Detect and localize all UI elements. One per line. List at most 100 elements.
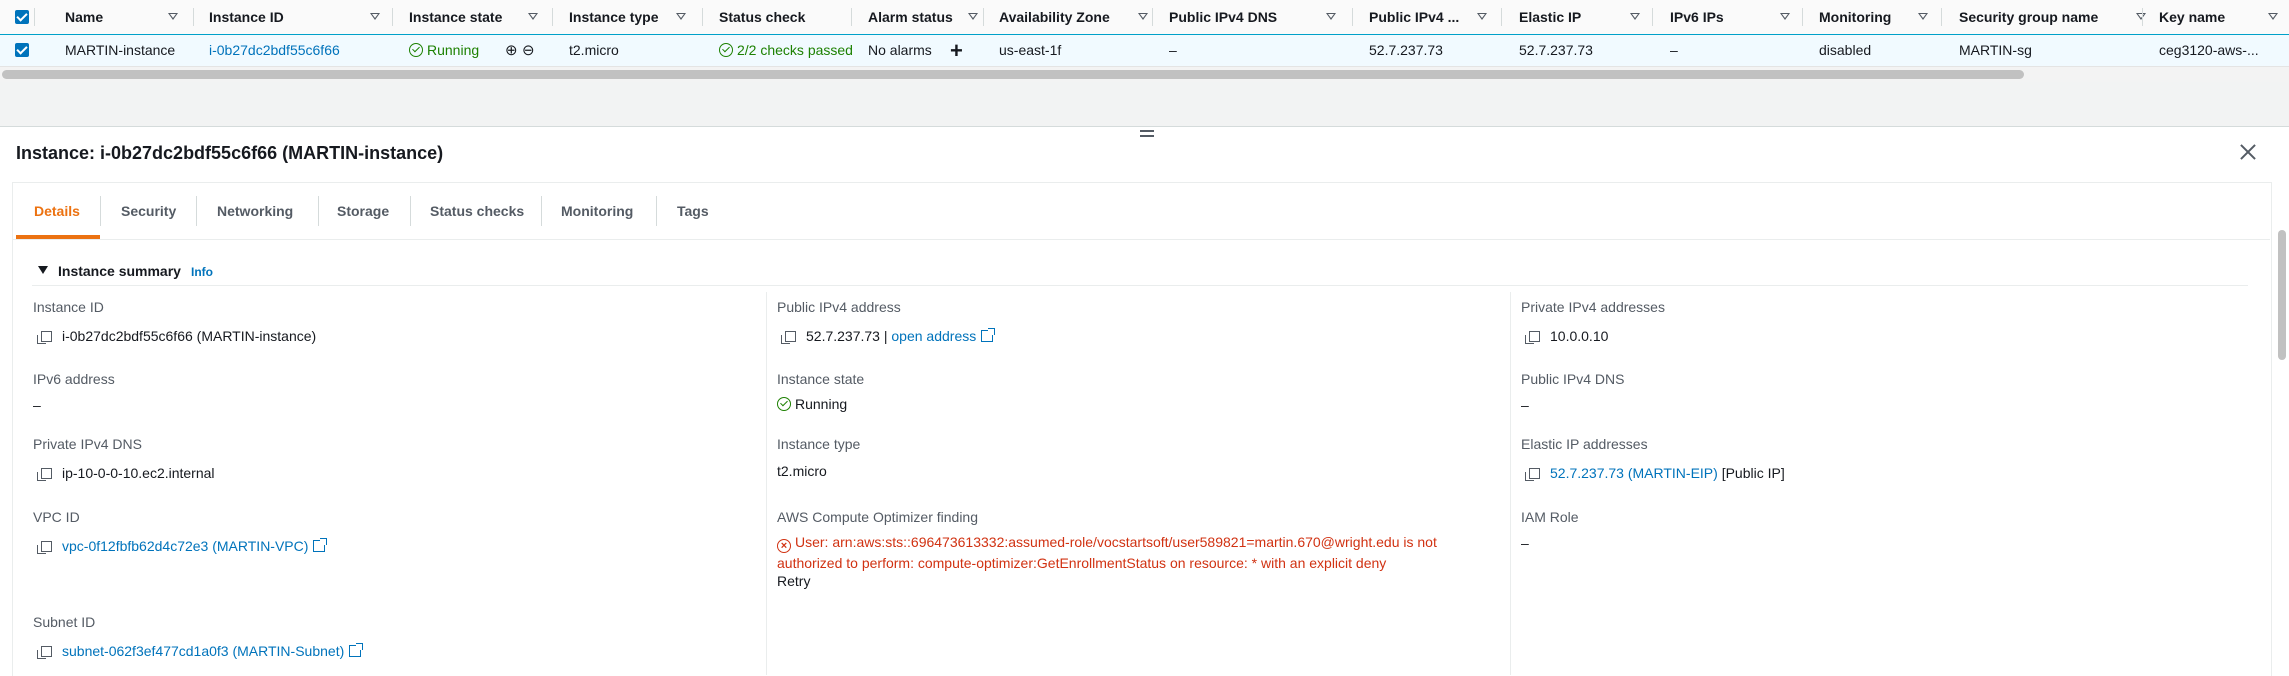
optimizer-label: AWS Compute Optimizer finding xyxy=(777,509,978,525)
tab-details[interactable]: Details xyxy=(34,182,80,240)
sort-icon[interactable] xyxy=(1477,13,1487,20)
external-link-icon[interactable] xyxy=(349,643,364,657)
external-link-icon[interactable] xyxy=(981,328,996,342)
copy-icon[interactable] xyxy=(37,468,52,481)
public-dns-value: – xyxy=(1521,397,1529,413)
success-icon xyxy=(719,43,733,57)
zoom-in-icon[interactable]: ⊕ xyxy=(505,35,518,66)
column-header-elastic-ip[interactable]: Elastic IP xyxy=(1519,0,1581,34)
private-dns-value: ip-10-0-0-10.ec2.internal xyxy=(37,465,215,481)
column-header-status-check[interactable]: Status check xyxy=(719,0,805,34)
cell-status-check: 2/2 checks passed xyxy=(719,35,853,66)
tab-monitoring[interactable]: Monitoring xyxy=(561,182,633,240)
sort-icon[interactable] xyxy=(1138,13,1148,20)
elastic-ip-link[interactable]: 52.7.237.73 (MARTIN-EIP) xyxy=(1550,465,1718,481)
external-link-icon[interactable] xyxy=(313,538,328,552)
select-all-checkbox[interactable] xyxy=(15,10,29,24)
column-header-alarm-status[interactable]: Alarm status xyxy=(868,0,953,34)
cell-public-dns: – xyxy=(1169,42,1177,58)
iam-role-label: IAM Role xyxy=(1521,509,1579,525)
sort-icon[interactable] xyxy=(1780,13,1790,20)
iam-role-value: – xyxy=(1521,535,1529,551)
close-icon[interactable] xyxy=(2238,142,2258,162)
elastic-ips-value: 52.7.237.73 (MARTIN-EIP) [Public IP] xyxy=(1525,465,1785,481)
instance-state-label: Instance state xyxy=(777,371,865,387)
tab-tags[interactable]: Tags xyxy=(677,182,709,240)
open-address-link[interactable]: open address xyxy=(891,328,976,344)
column-header-availability-zone[interactable]: Availability Zone xyxy=(999,0,1110,34)
sort-icon[interactable] xyxy=(528,13,538,20)
sort-icon[interactable] xyxy=(1630,13,1640,20)
cell-ipv6: – xyxy=(1670,42,1678,58)
column-header-instance-type[interactable]: Instance type xyxy=(569,0,658,34)
cell-availability-zone: us-east-1f xyxy=(999,42,1062,58)
copy-icon[interactable] xyxy=(37,541,52,554)
sort-icon[interactable] xyxy=(2268,13,2278,20)
cell-public-ip: 52.7.237.73 xyxy=(1369,42,1443,58)
instance-id-label: Instance ID xyxy=(33,299,104,315)
sort-icon[interactable] xyxy=(168,13,178,20)
sort-icon[interactable] xyxy=(370,13,380,20)
tab-security[interactable]: Security xyxy=(121,182,176,240)
instance-id-value: i-0b27dc2bdf55c6f66 (MARTIN-instance) xyxy=(37,328,316,344)
ipv6-address-value: – xyxy=(33,397,41,413)
column-header-monitoring[interactable]: Monitoring xyxy=(1819,0,1891,34)
private-ipv4-label: Private IPv4 addresses xyxy=(1521,299,1665,315)
instance-state-value: Running xyxy=(777,396,847,412)
vpc-id-link[interactable]: vpc-0f12fbfb62d4c72e3 (MARTIN-VPC) xyxy=(62,538,308,554)
vertical-scrollbar[interactable] xyxy=(2278,230,2286,360)
cell-alarm-status: No alarms xyxy=(868,42,932,58)
column-header-name[interactable]: Name xyxy=(65,0,103,34)
copy-icon[interactable] xyxy=(37,331,52,344)
add-alarm-plus-icon[interactable]: + xyxy=(950,35,963,66)
error-icon: × xyxy=(777,539,791,553)
section-title[interactable]: Instance summary xyxy=(58,263,181,279)
tab-status-checks[interactable]: Status checks xyxy=(430,182,524,240)
subnet-id-label: Subnet ID xyxy=(33,614,96,630)
collapse-caret-icon[interactable] xyxy=(38,266,48,274)
sort-icon[interactable] xyxy=(676,13,686,20)
drag-handle-icon[interactable] xyxy=(1140,130,1154,140)
copy-icon[interactable] xyxy=(781,331,796,344)
column-header-public-ip[interactable]: Public IPv4 ... xyxy=(1369,0,1459,34)
tab-networking[interactable]: Networking xyxy=(217,182,293,240)
row-checkbox[interactable] xyxy=(15,43,29,57)
sort-icon[interactable] xyxy=(1918,13,1928,20)
column-header-public-dns[interactable]: Public IPv4 DNS xyxy=(1169,0,1277,34)
table-row[interactable]: MARTIN-instance i-0b27dc2bdf55c6f66 Runn… xyxy=(0,34,2289,67)
subnet-id-link[interactable]: subnet-062f3ef477cd1a0f3 (MARTIN-Subnet) xyxy=(62,643,344,659)
zoom-out-icon[interactable]: ⊖ xyxy=(522,35,535,66)
retry-link[interactable]: Retry xyxy=(777,573,810,589)
elastic-ips-label: Elastic IP addresses xyxy=(1521,436,1648,452)
column-header-instance-state[interactable]: Instance state xyxy=(409,0,502,34)
subnet-id-value: subnet-062f3ef477cd1a0f3 (MARTIN-Subnet) xyxy=(37,643,364,659)
cell-instance-id-link[interactable]: i-0b27dc2bdf55c6f66 xyxy=(209,35,340,66)
info-link[interactable]: Info xyxy=(191,265,213,279)
copy-icon[interactable] xyxy=(37,646,52,659)
column-header-ipv6[interactable]: IPv6 IPs xyxy=(1670,0,1724,34)
sort-icon[interactable] xyxy=(1326,13,1336,20)
vpc-id-label: VPC ID xyxy=(33,509,80,525)
optimizer-error: × User: arn:aws:sts::696473613332:assumed… xyxy=(777,534,1437,571)
tab-storage[interactable]: Storage xyxy=(337,182,389,240)
column-header-key-name[interactable]: Key name xyxy=(2159,0,2225,34)
private-ipv4-value: 10.0.0.10 xyxy=(1525,328,1608,344)
public-ipv4-label: Public IPv4 address xyxy=(777,299,901,315)
copy-icon[interactable] xyxy=(1525,468,1540,481)
column-header-security-group[interactable]: Security group name xyxy=(1959,0,2098,34)
cell-security-group: MARTIN-sg xyxy=(1959,42,2032,58)
copy-icon[interactable] xyxy=(1525,331,1540,344)
panel-title: Instance: i-0b27dc2bdf55c6f66 (MARTIN-in… xyxy=(16,143,444,163)
panel-divider-area xyxy=(0,82,2289,126)
success-icon xyxy=(409,43,423,57)
sort-icon[interactable] xyxy=(2136,13,2146,20)
cell-key-name: ceg3120-aws-... xyxy=(2159,42,2259,58)
column-header-instance-id[interactable]: Instance ID xyxy=(209,0,284,34)
ipv6-address-label: IPv6 address xyxy=(33,371,115,387)
horizontal-scrollbar[interactable] xyxy=(0,66,2289,82)
vpc-id-value: vpc-0f12fbfb62d4c72e3 (MARTIN-VPC) xyxy=(37,538,328,554)
cell-instance-type: t2.micro xyxy=(569,42,619,58)
scrollbar-thumb[interactable] xyxy=(2,70,2024,79)
private-dns-label: Private IPv4 DNS xyxy=(33,436,142,452)
sort-icon[interactable] xyxy=(968,13,978,20)
